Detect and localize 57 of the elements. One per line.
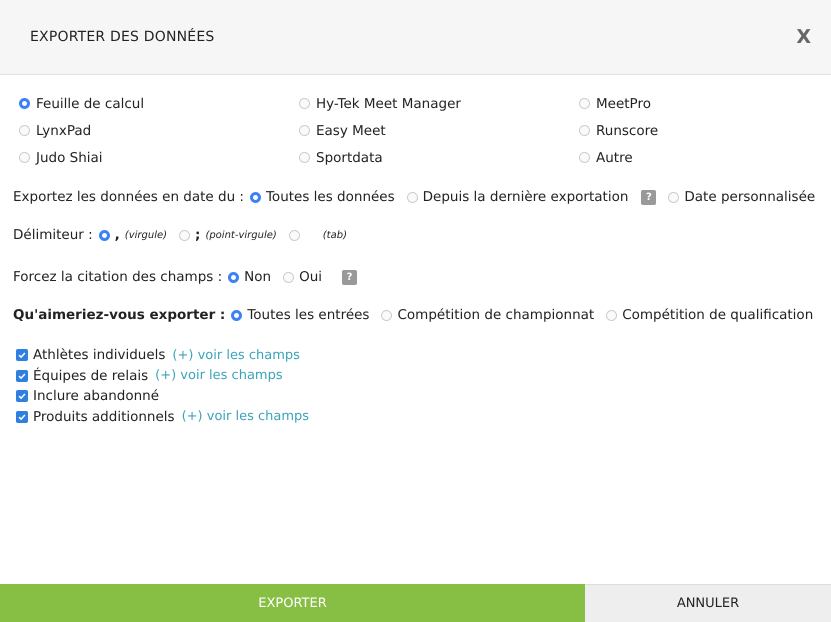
radio-button[interactable] — [299, 125, 310, 136]
delimiter-symbol[interactable]: ; — [195, 227, 200, 243]
option-label[interactable]: Compétition de qualification — [622, 307, 814, 323]
dialog-title: EXPORTER DES DONNÉES — [30, 29, 214, 45]
radio-button[interactable] — [250, 192, 261, 202]
radio-button[interactable] — [19, 152, 30, 163]
option-label[interactable]: Runscore — [596, 122, 658, 138]
radio-button[interactable] — [579, 125, 590, 136]
field-label: Forcez la citation des champs : — [13, 269, 222, 285]
radio-button[interactable] — [579, 98, 590, 109]
field-label: Délimiteur : — [13, 227, 93, 243]
option-label[interactable]: Autre — [596, 150, 633, 166]
radio-button[interactable] — [288, 230, 300, 240]
option-label[interactable]: Easy Meet — [316, 122, 386, 138]
option-label[interactable]: Depuis la dernière exportation — [422, 189, 628, 205]
checkbox[interactable] — [16, 370, 28, 382]
delimiter-note[interactable]: (tab) — [322, 230, 347, 240]
cancel-button[interactable]: ANNULER — [585, 584, 831, 622]
option-label[interactable]: Non — [244, 269, 272, 285]
option-label[interactable]: LynxPad — [36, 122, 92, 138]
checkbox-label: Équipes de relais — [33, 368, 148, 384]
close-button[interactable]: X — [792, 22, 815, 52]
field-label: Exportez les données en date du : — [13, 189, 244, 205]
option-label[interactable]: Toutes les données — [266, 189, 395, 205]
radio-button[interactable] — [668, 192, 680, 202]
radio-button[interactable] — [228, 272, 240, 282]
checkbox[interactable] — [16, 390, 28, 402]
option-label[interactable]: Judo Shiai — [36, 150, 103, 166]
radio-button[interactable] — [98, 230, 110, 240]
checkbox-label: Inclure abandonné — [33, 388, 160, 404]
radio-button[interactable] — [299, 152, 310, 163]
option-label[interactable]: Date personnalisée — [684, 189, 816, 205]
delimiter-symbol[interactable]: , — [114, 227, 120, 243]
option-label[interactable]: Oui — [299, 269, 322, 285]
option-label[interactable]: Toutes les entrées — [247, 307, 370, 323]
radio-button[interactable] — [19, 125, 30, 136]
radio-button[interactable] — [231, 310, 242, 320]
checkbox[interactable] — [16, 410, 28, 423]
radio-button[interactable] — [606, 310, 618, 320]
delimiter-note[interactable]: (virgule) — [124, 230, 168, 240]
field-label: Qu'aimeriez-vous exporter : — [13, 307, 226, 323]
checkbox-label: Produits additionnels — [33, 408, 175, 425]
radio-button[interactable] — [19, 98, 30, 109]
radio-button[interactable] — [299, 98, 310, 109]
option-label[interactable]: Compétition de championnat — [397, 307, 594, 323]
radio-button[interactable] — [283, 272, 294, 282]
option-label[interactable]: MeetPro — [596, 96, 651, 112]
checkbox-label: Athlètes individuels — [33, 347, 166, 364]
radio-button[interactable] — [579, 152, 590, 163]
delimiter-note[interactable]: (point-virgule) — [205, 230, 277, 240]
option-label[interactable]: Hy-Tek Meet Manager — [316, 96, 461, 112]
checkbox[interactable] — [16, 349, 28, 362]
option-label[interactable]: Feuille de calcul — [36, 96, 144, 112]
option-label[interactable]: Sportdata — [316, 150, 383, 166]
radio-button[interactable] — [381, 310, 392, 320]
radio-button[interactable] — [406, 192, 418, 202]
radio-button[interactable] — [179, 230, 190, 240]
